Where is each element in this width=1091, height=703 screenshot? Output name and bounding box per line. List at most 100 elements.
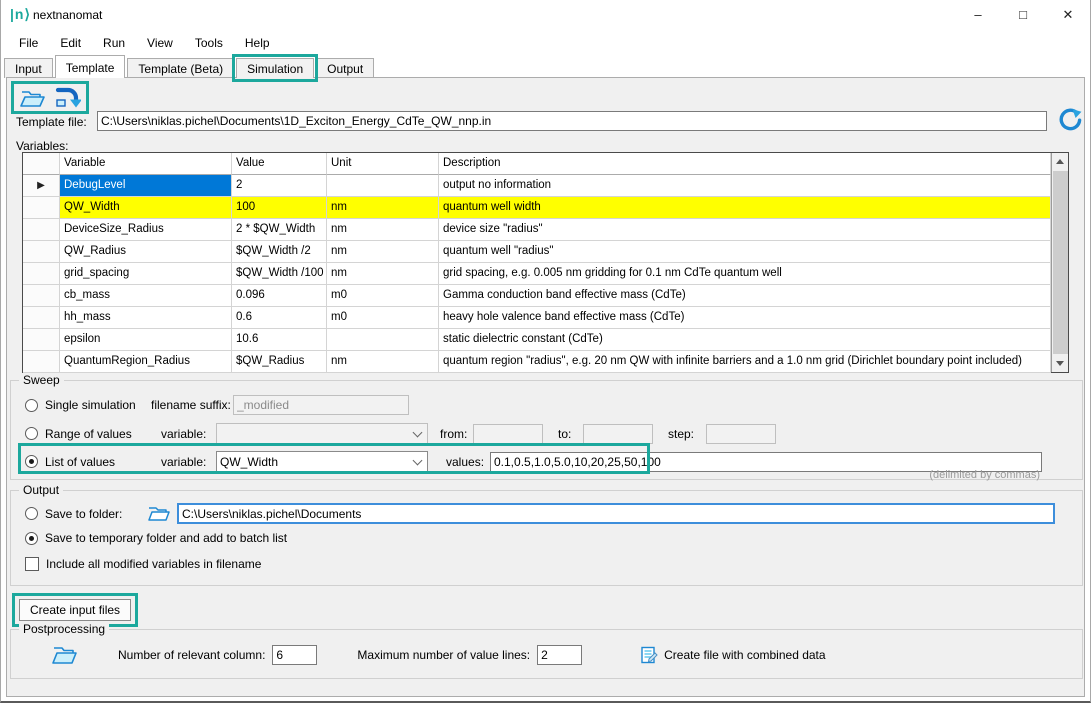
- table-cell-variable[interactable]: QuantumRegion_Radius: [60, 351, 232, 373]
- tab-output[interactable]: Output: [316, 58, 374, 78]
- save-temp-row: Save to temporary folder and add to batc…: [25, 531, 287, 545]
- tab-template[interactable]: Template: [55, 55, 126, 78]
- column-header-unit[interactable]: Unit: [327, 153, 439, 175]
- table-cell-value[interactable]: 2 * $QW_Width: [232, 219, 327, 241]
- row-header[interactable]: [23, 263, 60, 285]
- refresh-icon[interactable]: [1057, 107, 1083, 133]
- table-cell-unit[interactable]: m0: [327, 307, 439, 329]
- menu-help[interactable]: Help: [234, 33, 281, 53]
- row-header[interactable]: [23, 219, 60, 241]
- table-cell-value[interactable]: 100: [232, 197, 327, 219]
- save-to-folder-label: Save to folder:: [45, 507, 135, 521]
- menu-run[interactable]: Run: [92, 33, 136, 53]
- table-cell-description[interactable]: quantum well width: [439, 197, 1051, 219]
- minimize-icon[interactable]: –: [962, 2, 994, 28]
- single-simulation-label: Single simulation: [45, 398, 147, 412]
- table-cell-value[interactable]: $QW_Radius: [232, 351, 327, 373]
- open-template-icon[interactable]: [19, 86, 46, 109]
- table-cell-variable[interactable]: cb_mass: [60, 285, 232, 307]
- relevant-column-input[interactable]: [272, 645, 317, 665]
- table-scrollbar[interactable]: [1051, 153, 1068, 372]
- table-cell-unit[interactable]: nm: [327, 351, 439, 373]
- row-header[interactable]: ▶: [23, 175, 60, 197]
- table-cell-value[interactable]: 0.096: [232, 285, 327, 307]
- row-header[interactable]: [23, 351, 60, 373]
- template-file-input[interactable]: [97, 111, 1047, 131]
- table-cell-variable[interactable]: QW_Radius: [60, 241, 232, 263]
- table-cell-description[interactable]: grid spacing, e.g. 0.005 nm gridding for…: [439, 263, 1051, 285]
- table-cell-variable[interactable]: epsilon: [60, 329, 232, 351]
- combined-data-icon[interactable]: [640, 646, 658, 664]
- output-folder-input[interactable]: [177, 503, 1055, 524]
- scrollbar-thumb[interactable]: [1053, 171, 1068, 354]
- table-cell-value[interactable]: 2: [232, 175, 327, 197]
- column-header-variable[interactable]: Variable: [60, 153, 232, 175]
- values-hint: (delimited by commas): [929, 469, 1040, 481]
- table-cell-variable[interactable]: DeviceSize_Radius: [60, 219, 232, 241]
- list-variable-select[interactable]: QW_Width: [216, 451, 428, 472]
- list-of-values-label: List of values: [45, 455, 161, 469]
- table-cell-value[interactable]: $QW_Width /100: [232, 263, 327, 285]
- template-tab-page: Template file: Variables: Variable Value…: [6, 77, 1085, 697]
- table-cell-variable[interactable]: hh_mass: [60, 307, 232, 329]
- create-input-files-button[interactable]: Create input files: [19, 599, 131, 621]
- menu-tools[interactable]: Tools: [184, 33, 234, 53]
- from-input: [473, 424, 543, 444]
- tab-simulation[interactable]: Simulation: [236, 58, 314, 78]
- include-variables-label: Include all modified variables in filena…: [46, 557, 261, 571]
- menu-file[interactable]: File: [8, 33, 49, 53]
- table-cell-description[interactable]: static dielectric constant (CdTe): [439, 329, 1051, 351]
- scroll-up-icon[interactable]: [1052, 153, 1069, 170]
- table-cell-description[interactable]: heavy hole valence band effective mass (…: [439, 307, 1051, 329]
- table-cell-variable[interactable]: DebugLevel: [60, 175, 232, 197]
- row-header[interactable]: [23, 329, 60, 351]
- save-temp-radio[interactable]: [25, 532, 38, 545]
- row-header[interactable]: [23, 241, 60, 263]
- output-group-label: Output: [19, 483, 63, 497]
- filename-suffix-label: filename suffix:: [151, 398, 231, 412]
- tab-template-beta[interactable]: Template (Beta): [127, 58, 234, 78]
- table-cell-unit[interactable]: [327, 329, 439, 351]
- table-cell-unit[interactable]: nm: [327, 219, 439, 241]
- save-to-folder-radio[interactable]: [25, 507, 38, 520]
- browse-folder-icon[interactable]: [147, 504, 171, 523]
- sweep-group: Sweep Single simulation filename suffix:…: [10, 380, 1083, 480]
- table-cell-description[interactable]: Gamma conduction band effective mass (Cd…: [439, 285, 1051, 307]
- table-cell-unit[interactable]: nm: [327, 263, 439, 285]
- close-icon[interactable]: ✕: [1052, 2, 1084, 28]
- include-variables-checkbox[interactable]: [25, 557, 39, 571]
- table-cell-value[interactable]: 0.6: [232, 307, 327, 329]
- chevron-down-icon: [413, 428, 423, 438]
- range-of-values-radio[interactable]: [25, 427, 38, 440]
- value-lines-input[interactable]: [537, 645, 582, 665]
- table-cell-description[interactable]: quantum well "radius": [439, 241, 1051, 263]
- column-header-description[interactable]: Description: [439, 153, 1051, 175]
- table-cell-unit[interactable]: nm: [327, 197, 439, 219]
- load-template-icon[interactable]: [54, 86, 81, 109]
- table-cell-description[interactable]: device size "radius": [439, 219, 1051, 241]
- menu-view[interactable]: View: [136, 33, 184, 53]
- postprocessing-folder-icon[interactable]: [51, 643, 78, 666]
- column-header-value[interactable]: Value: [232, 153, 327, 175]
- range-variable-label: variable:: [161, 427, 211, 441]
- list-of-values-radio[interactable]: [25, 455, 38, 468]
- scroll-down-icon[interactable]: [1052, 355, 1069, 372]
- table-cell-unit[interactable]: nm: [327, 241, 439, 263]
- tab-input[interactable]: Input: [4, 58, 53, 78]
- table-cell-unit[interactable]: m0: [327, 285, 439, 307]
- table-cell-description[interactable]: output no information: [439, 175, 1051, 197]
- row-header[interactable]: [23, 307, 60, 329]
- table-cell-description[interactable]: quantum region "radius", e.g. 20 nm QW w…: [439, 351, 1051, 373]
- menu-edit[interactable]: Edit: [49, 33, 92, 53]
- table-cell-variable[interactable]: QW_Width: [60, 197, 232, 219]
- table-cell-unit[interactable]: [327, 175, 439, 197]
- single-simulation-radio[interactable]: [25, 399, 38, 412]
- current-row-marker-icon: ▶: [37, 180, 45, 191]
- row-header[interactable]: [23, 197, 60, 219]
- maximize-icon[interactable]: □: [1007, 2, 1039, 28]
- table-cell-value[interactable]: $QW_Width /2: [232, 241, 327, 263]
- table-cell-value[interactable]: 10.6: [232, 329, 327, 351]
- row-header[interactable]: [23, 285, 60, 307]
- list-of-values-row: List of values variable: QW_Width values…: [25, 451, 1042, 472]
- table-cell-variable[interactable]: grid_spacing: [60, 263, 232, 285]
